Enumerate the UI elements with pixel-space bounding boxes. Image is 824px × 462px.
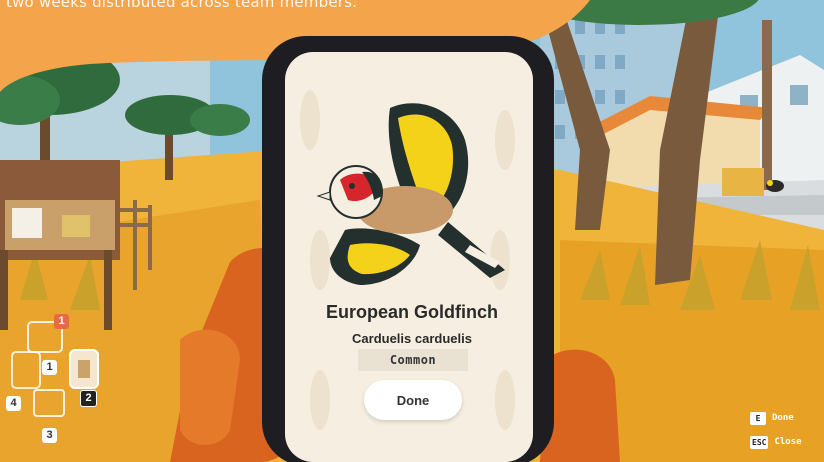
- key-esc-icon: ESC: [750, 435, 769, 449]
- notification-badge: 1: [54, 314, 69, 329]
- hint-done[interactable]: E Done: [750, 410, 794, 426]
- bird-feeder: [722, 168, 764, 196]
- hint-done-label: Done: [772, 413, 794, 423]
- slot-number-3: 3: [42, 428, 57, 443]
- done-button[interactable]: Done: [364, 380, 462, 420]
- slot-number-1: 1: [42, 360, 57, 375]
- slot-number-4: 4: [6, 396, 21, 411]
- slot-number-2: 2: [80, 390, 97, 407]
- utility-pole: [762, 20, 772, 190]
- bird-common-name: European Goldfinch: [325, 302, 498, 322]
- key-e-icon: E: [750, 411, 766, 425]
- hint-close[interactable]: ESC Close: [750, 434, 802, 450]
- hint-close-label: Close: [774, 437, 802, 447]
- caption-text: two weeks distributed across team member…: [6, 0, 358, 11]
- bird-scientific-name: Carduelis carduelis: [352, 331, 472, 346]
- rarity-badge: Common: [358, 349, 468, 371]
